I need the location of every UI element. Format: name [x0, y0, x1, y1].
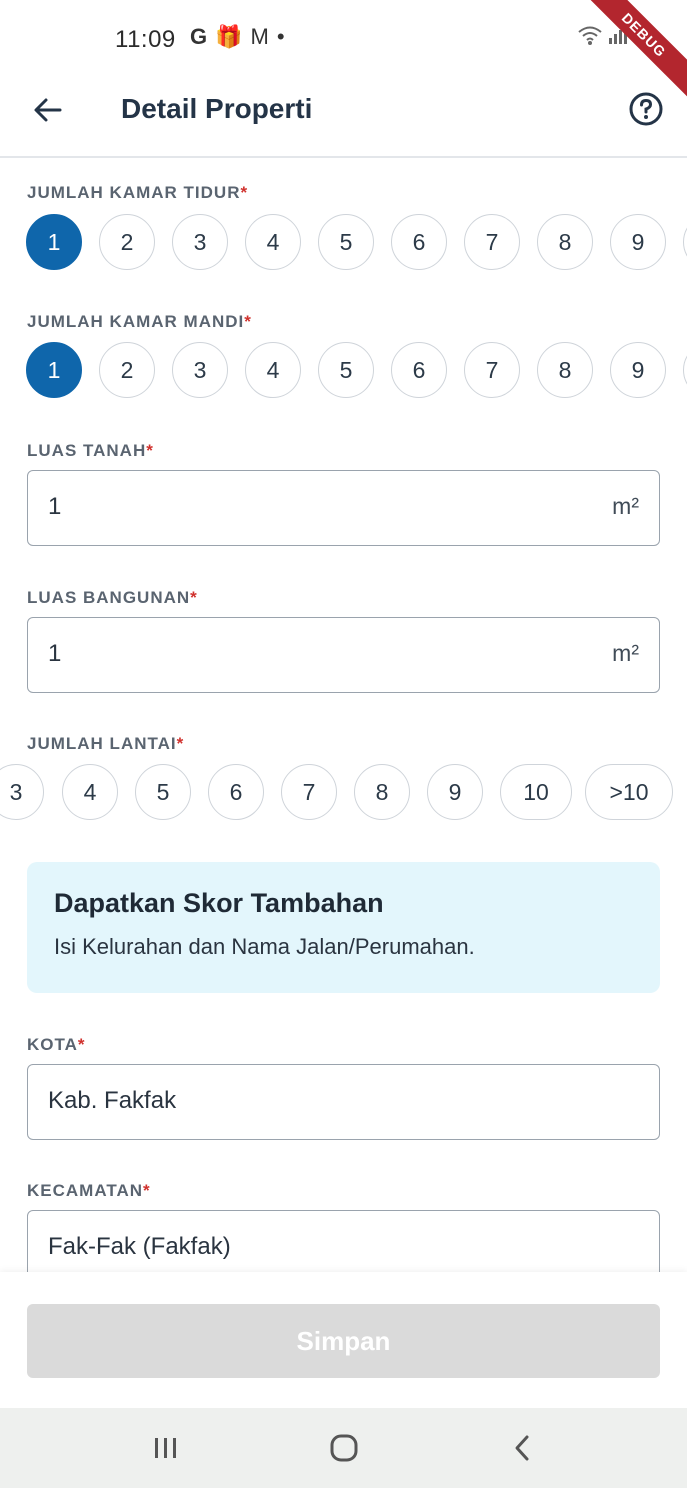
- bedroom-chip[interactable]: 3: [172, 214, 228, 270]
- recent-apps-icon[interactable]: [148, 1430, 184, 1466]
- bedroom-chip[interactable]: 9: [610, 214, 666, 270]
- bathroom-chip[interactable]: 5: [318, 342, 374, 398]
- system-nav-bar: [0, 1408, 687, 1488]
- floor-chip[interactable]: 10: [500, 764, 572, 820]
- bathrooms-label: JUMLAH KAMAR MANDI*: [27, 312, 252, 331]
- district-label: KECAMATAN*: [27, 1181, 151, 1200]
- status-time: 11:09: [115, 26, 176, 53]
- building-area-unit: m²: [612, 640, 639, 666]
- home-icon[interactable]: [326, 1430, 362, 1466]
- bathrooms-chip-row: 1 2 3 4 5 6 7 8 9: [0, 342, 687, 404]
- bottom-action-panel: Simpan: [0, 1272, 687, 1408]
- land-area-value: 1: [48, 493, 62, 520]
- floor-chip[interactable]: >10: [585, 764, 673, 820]
- bedroom-chip[interactable]: 4: [245, 214, 301, 270]
- bedroom-chip-partial[interactable]: [683, 214, 687, 270]
- bathroom-chip[interactable]: 8: [537, 342, 593, 398]
- back-nav-icon[interactable]: [505, 1430, 541, 1466]
- page-title: Detail Properti: [121, 93, 313, 124]
- floor-chip[interactable]: 6: [208, 764, 264, 820]
- gmail-icon: M: [250, 24, 269, 49]
- save-button[interactable]: Simpan: [27, 1304, 660, 1378]
- status-bar: 11:09 G 🎁 M • DEBUG: [0, 0, 687, 105]
- bedroom-chip[interactable]: 7: [464, 214, 520, 270]
- land-area-label: LUAS TANAH*: [27, 441, 154, 460]
- gift-icon: 🎁: [215, 24, 243, 49]
- bathroom-chip[interactable]: 1: [26, 342, 82, 398]
- building-area-field[interactable]: 1 m²: [27, 617, 660, 693]
- land-area-field[interactable]: 1 m²: [27, 470, 660, 546]
- floor-chip[interactable]: 7: [281, 764, 337, 820]
- city-value: Kab. Fakfak: [48, 1087, 177, 1114]
- bedroom-chip[interactable]: 6: [391, 214, 447, 270]
- question-circle-icon[interactable]: [629, 92, 663, 126]
- bedrooms-chip-row: 1 2 3 4 5 6 7 8 9: [0, 214, 687, 276]
- dot-icon: •: [276, 24, 285, 49]
- floor-chip[interactable]: 9: [427, 764, 483, 820]
- app-bar: Detail Properti: [0, 80, 687, 158]
- info-title: Dapatkan Skor Tambahan: [54, 888, 384, 918]
- bathroom-chip[interactable]: 4: [245, 342, 301, 398]
- district-value: Fak-Fak (Fakfak): [48, 1233, 231, 1260]
- floor-chip[interactable]: 5: [135, 764, 191, 820]
- wifi-icon: [578, 26, 602, 45]
- bedroom-chip[interactable]: 8: [537, 214, 593, 270]
- floor-chip[interactable]: 8: [354, 764, 410, 820]
- bathroom-chip[interactable]: 2: [99, 342, 155, 398]
- bathroom-chip[interactable]: 7: [464, 342, 520, 398]
- arrow-left-icon[interactable]: [30, 92, 66, 128]
- floors-label: JUMLAH LANTAI*: [27, 734, 185, 753]
- info-text: Isi Kelurahan dan Nama Jalan/Perumahan.: [54, 934, 475, 959]
- city-label: KOTA*: [27, 1035, 86, 1054]
- building-area-value: 1: [48, 640, 62, 667]
- bathroom-chip[interactable]: 6: [391, 342, 447, 398]
- floor-chip[interactable]: 3: [0, 764, 44, 820]
- city-field[interactable]: Kab. Fakfak: [27, 1064, 660, 1140]
- google-icon: G: [190, 24, 208, 49]
- bedroom-chip[interactable]: 1: [26, 214, 82, 270]
- bedroom-chip[interactable]: 5: [318, 214, 374, 270]
- bedrooms-label: JUMLAH KAMAR TIDUR*: [27, 183, 249, 202]
- bathroom-chip-partial[interactable]: [683, 342, 687, 398]
- bathroom-chip[interactable]: 3: [172, 342, 228, 398]
- floors-chip-row: 3 4 5 6 7 8 9 10 >10: [0, 764, 687, 826]
- notification-icons: G 🎁 M •: [190, 24, 285, 50]
- bonus-score-info-box: Dapatkan Skor Tambahan Isi Kelurahan dan…: [27, 862, 660, 993]
- building-area-label: LUAS BANGUNAN*: [27, 588, 198, 607]
- bathroom-chip[interactable]: 9: [610, 342, 666, 398]
- floor-chip[interactable]: 4: [62, 764, 118, 820]
- land-area-unit: m²: [612, 493, 639, 519]
- bedroom-chip[interactable]: 2: [99, 214, 155, 270]
